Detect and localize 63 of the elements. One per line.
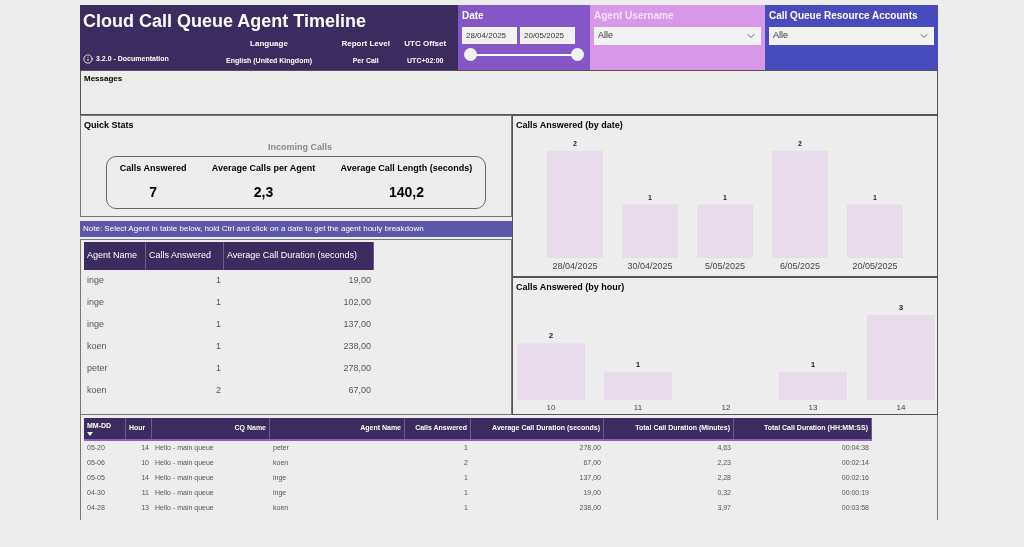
panel-title: Messages: [84, 73, 124, 85]
data-label: 2: [548, 331, 554, 341]
table-cell-text: inge: [86, 274, 105, 288]
table-cell-text: 2: [215, 384, 222, 398]
data-label: 1: [635, 359, 641, 369]
table-cell-text: 1: [215, 274, 222, 288]
chart-title: Calls Answered (by hour): [515, 280, 626, 294]
table-cell-text: 1: [215, 296, 222, 310]
stat-label: Average Call Length (seconds): [340, 162, 473, 176]
data-label: 3: [898, 303, 904, 312]
axis-label: 5/05/2025: [705, 260, 745, 271]
table-cell-text: 278,00: [342, 362, 372, 376]
table-cell-text: 1: [215, 318, 222, 332]
slider-thumb[interactable]: [464, 48, 477, 61]
axis-label: 30/04/2025: [627, 260, 673, 271]
slider-thumb[interactable]: [571, 48, 584, 61]
end-date-field[interactable]: 20/05/2025: [520, 27, 575, 44]
panel-title: Quick Stats: [84, 119, 135, 132]
table-cell-text: 67,00: [347, 384, 372, 398]
sort-down-icon: [87, 432, 93, 437]
stats-subtitle: Incoming Calls: [268, 140, 332, 154]
dropdown[interactable]: Alle: [594, 27, 761, 45]
note-banner: Note: Select Agent in table below, hold Ctrl and click on a date to get the agent houly breakdown: [80, 221, 512, 237]
axis-label: 6/05/2025: [780, 260, 820, 271]
stat-value: 2,3: [253, 182, 274, 202]
column-header[interactable]: Average Call Duration (seconds): [224, 242, 374, 270]
stat-label: Calls Answered: [119, 162, 187, 176]
filter-title: Call Queue Resource Accounts: [769, 9, 919, 23]
axis-label: 12: [721, 403, 731, 412]
table-cell-text: 137,00: [342, 318, 372, 332]
info-icon: [83, 54, 93, 65]
dropdown[interactable]: Alle: [769, 27, 934, 45]
table-cell-text: 1: [215, 362, 222, 376]
report-title: Cloud Call Queue Agent Timeline: [83, 10, 368, 32]
axis-label: 20/05/2025: [852, 260, 898, 271]
axis-label: 13: [808, 403, 818, 412]
axis-label: 11: [633, 403, 643, 412]
chart-title: Calls Answered (by date): [516, 119, 624, 132]
setting-label: Report Level: [341, 38, 390, 50]
table-cell-text: inge: [86, 318, 105, 332]
setting-label: UTC Offset: [404, 38, 447, 50]
stat-value: 140,2: [388, 182, 424, 202]
stat-label: Average Calls per Agent: [211, 162, 316, 176]
filter-title: Date: [462, 9, 485, 23]
axis-label: 28/04/2025: [552, 260, 598, 271]
table-cell-text: 19,00: [347, 274, 372, 288]
data-label: 1: [810, 359, 816, 369]
table-cell-text: peter: [86, 362, 109, 376]
table-cell-text: 238,00: [342, 340, 372, 354]
start-date-field[interactable]: 28/04/2025: [462, 27, 517, 44]
table-cell-text: koen: [86, 384, 108, 398]
table-cell-text: 102,00: [342, 296, 372, 310]
stat-value: 7: [149, 182, 157, 202]
axis-label: 14: [896, 403, 906, 412]
column-header[interactable]: Agent Name: [84, 242, 146, 270]
filter-title: Agent Username: [594, 9, 675, 23]
column-header[interactable]: Calls Answered: [146, 242, 224, 270]
table-cell-text: 1: [215, 340, 222, 354]
table-cell-text: koen: [86, 340, 108, 354]
table-cell-text: inge: [86, 296, 105, 310]
setting-label: Language: [250, 38, 288, 50]
axis-label: 10: [546, 403, 556, 412]
range-slider[interactable]: [464, 48, 584, 62]
